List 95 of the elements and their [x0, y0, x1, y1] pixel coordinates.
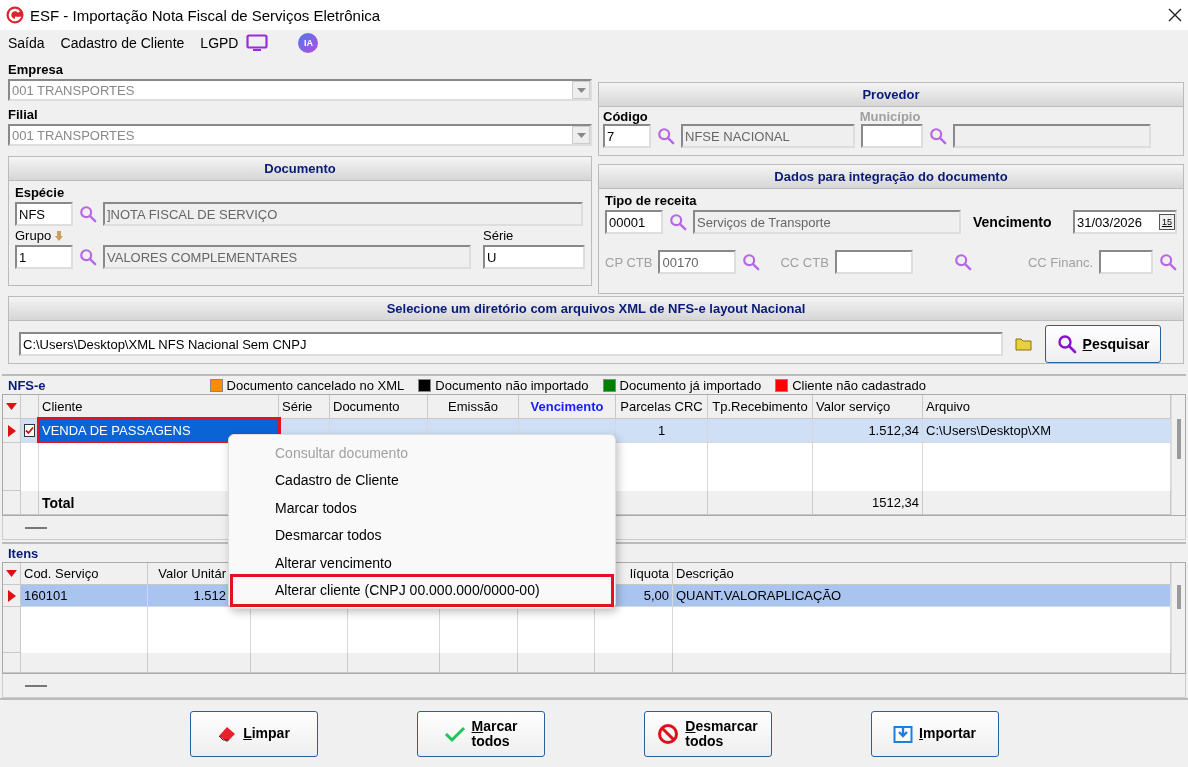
eraser-icon [217, 724, 238, 743]
column-header[interactable]: Documento [330, 395, 428, 419]
ai-badge[interactable]: IA [298, 33, 319, 53]
panel-title: Provedor [599, 83, 1183, 107]
search-icon[interactable] [954, 253, 973, 271]
panel-title: Documento [9, 157, 591, 181]
field-label: Município [859, 109, 921, 124]
field-label: Vencimento [973, 214, 1052, 230]
field-label: Série [483, 228, 515, 243]
search-icon[interactable] [657, 127, 675, 145]
search-icon[interactable] [669, 213, 687, 231]
splitter-handle[interactable] [25, 684, 47, 687]
splitter-handle[interactable] [25, 526, 47, 529]
menu-item[interactable]: Cadastro de Cliente [60, 35, 185, 51]
sort-menu-icon[interactable] [6, 570, 17, 577]
folder-icon[interactable] [1015, 337, 1033, 351]
sort-menu-icon[interactable] [6, 403, 17, 410]
field-label: Filial [8, 107, 39, 122]
search-icon[interactable] [1159, 253, 1177, 271]
field-label: CC Financ. [1028, 254, 1093, 270]
action-button[interactable]: Marcar todos [416, 710, 545, 757]
search-icon[interactable] [1056, 334, 1077, 354]
section-title: Itens [8, 545, 39, 561]
column-header[interactable]: Série [279, 395, 330, 419]
section-title: NFS-e [8, 377, 46, 393]
company-dropdown[interactable]: 001 TRANSPORTES [8, 79, 592, 101]
branch-dropdown[interactable]: 001 TRANSPORTES [8, 124, 592, 146]
window-title: ESF - Importação Nota Fiscal de Serviços Eletrônica [30, 6, 382, 24]
table-cell: VENDA DE PASSAGENS [39, 419, 279, 443]
column-header[interactable]: Cliente [39, 395, 279, 419]
caret-icon[interactable] [576, 132, 586, 138]
field-label: Código [603, 109, 648, 124]
input-field[interactable]: 1 [15, 245, 73, 269]
column-header[interactable]: Emissão [428, 395, 519, 419]
field-label: CC CTB [780, 254, 829, 270]
scrollbar-thumb[interactable] [1176, 419, 1181, 459]
checkbox[interactable] [24, 424, 35, 437]
column-header[interactable]: Arquivo [923, 395, 1171, 419]
action-button[interactable]: Importar [870, 710, 999, 757]
input-field: NFSE NACIONAL [681, 124, 855, 148]
calendar-button[interactable]: 15 [1159, 214, 1175, 230]
check-icon [443, 724, 466, 743]
legend-item: Documento já importado [602, 377, 762, 393]
download-icon [893, 723, 914, 744]
legend-item: Cliente não cadastrado [775, 377, 926, 393]
field-label: CP CTB [605, 254, 653, 270]
input-field: Serviços de Transporte [693, 210, 961, 234]
monitor-icon[interactable] [246, 34, 269, 52]
scrollbar[interactable] [1171, 563, 1185, 673]
input-field[interactable]: NFS [15, 202, 73, 226]
search-icon[interactable] [929, 127, 947, 145]
input-field[interactable] [834, 250, 913, 274]
field-label: Tipo de receita [605, 193, 698, 208]
panel-title: Selecione um diretório com arquivos XML de NFS-e layout Nacional [9, 297, 1183, 321]
input-field[interactable] [1099, 250, 1153, 274]
menu-item[interactable]: Saída [8, 35, 45, 51]
input-field[interactable]: 00001 [605, 210, 663, 234]
column-header[interactable]: Tp.Recebimento [708, 395, 813, 419]
column-header[interactable]: Parcelas CRC [616, 395, 708, 419]
input-field: ]NOTA FISCAL DE SERVIÇO [103, 202, 583, 226]
caret-icon[interactable] [576, 87, 586, 93]
menu-item[interactable]: Cadastro de Cliente [233, 466, 611, 494]
row-pointer-icon [7, 424, 16, 437]
legend-item: Documento cancelado no XML [209, 377, 405, 393]
column-header[interactable]: Descrição [673, 563, 1171, 585]
input-field[interactable]: U [483, 245, 585, 269]
legend-item: Documento não importado [418, 377, 589, 393]
down-arrow-icon [55, 230, 64, 241]
field-label: Grupo [15, 228, 52, 243]
total-value: 1512,34 [813, 491, 923, 515]
column-header[interactable]: Vencimento [519, 395, 616, 419]
row-pointer-icon [7, 589, 16, 602]
input-field[interactable]: 7 [603, 124, 651, 148]
app-logo-icon [6, 6, 24, 24]
search-icon[interactable] [79, 248, 97, 266]
panel-title: Dados para integração do documento [599, 165, 1183, 189]
input-field: VALORES COMPLEMENTARES [103, 245, 471, 269]
column-header[interactable]: Cod. Serviço [21, 563, 148, 585]
search-icon[interactable] [79, 205, 97, 223]
search-icon[interactable] [742, 253, 761, 271]
input-field[interactable] [861, 124, 923, 148]
path-field[interactable]: C:\Users\Desktop\XML NFS Nacional Sem CNPJ [19, 332, 1003, 356]
scrollbar-thumb[interactable] [1176, 585, 1181, 609]
field-label: Espécie [15, 185, 66, 200]
date-field[interactable]: 31/03/2026 15 [1073, 210, 1177, 234]
action-button[interactable]: Limpar [189, 710, 318, 757]
action-button[interactable]: Desmarcar todos [643, 710, 772, 757]
column-header[interactable]: Valor serviço [813, 395, 923, 419]
menu-item[interactable]: LGPD [200, 35, 239, 51]
search-button[interactable]: Pesquisar [1045, 325, 1161, 363]
field-label: Empresa [8, 62, 64, 77]
menu-item[interactable]: Desmarcar todos [233, 521, 611, 549]
close-icon[interactable] [1168, 8, 1182, 22]
forbidden-icon [657, 722, 680, 745]
scrollbar[interactable] [1171, 395, 1185, 515]
